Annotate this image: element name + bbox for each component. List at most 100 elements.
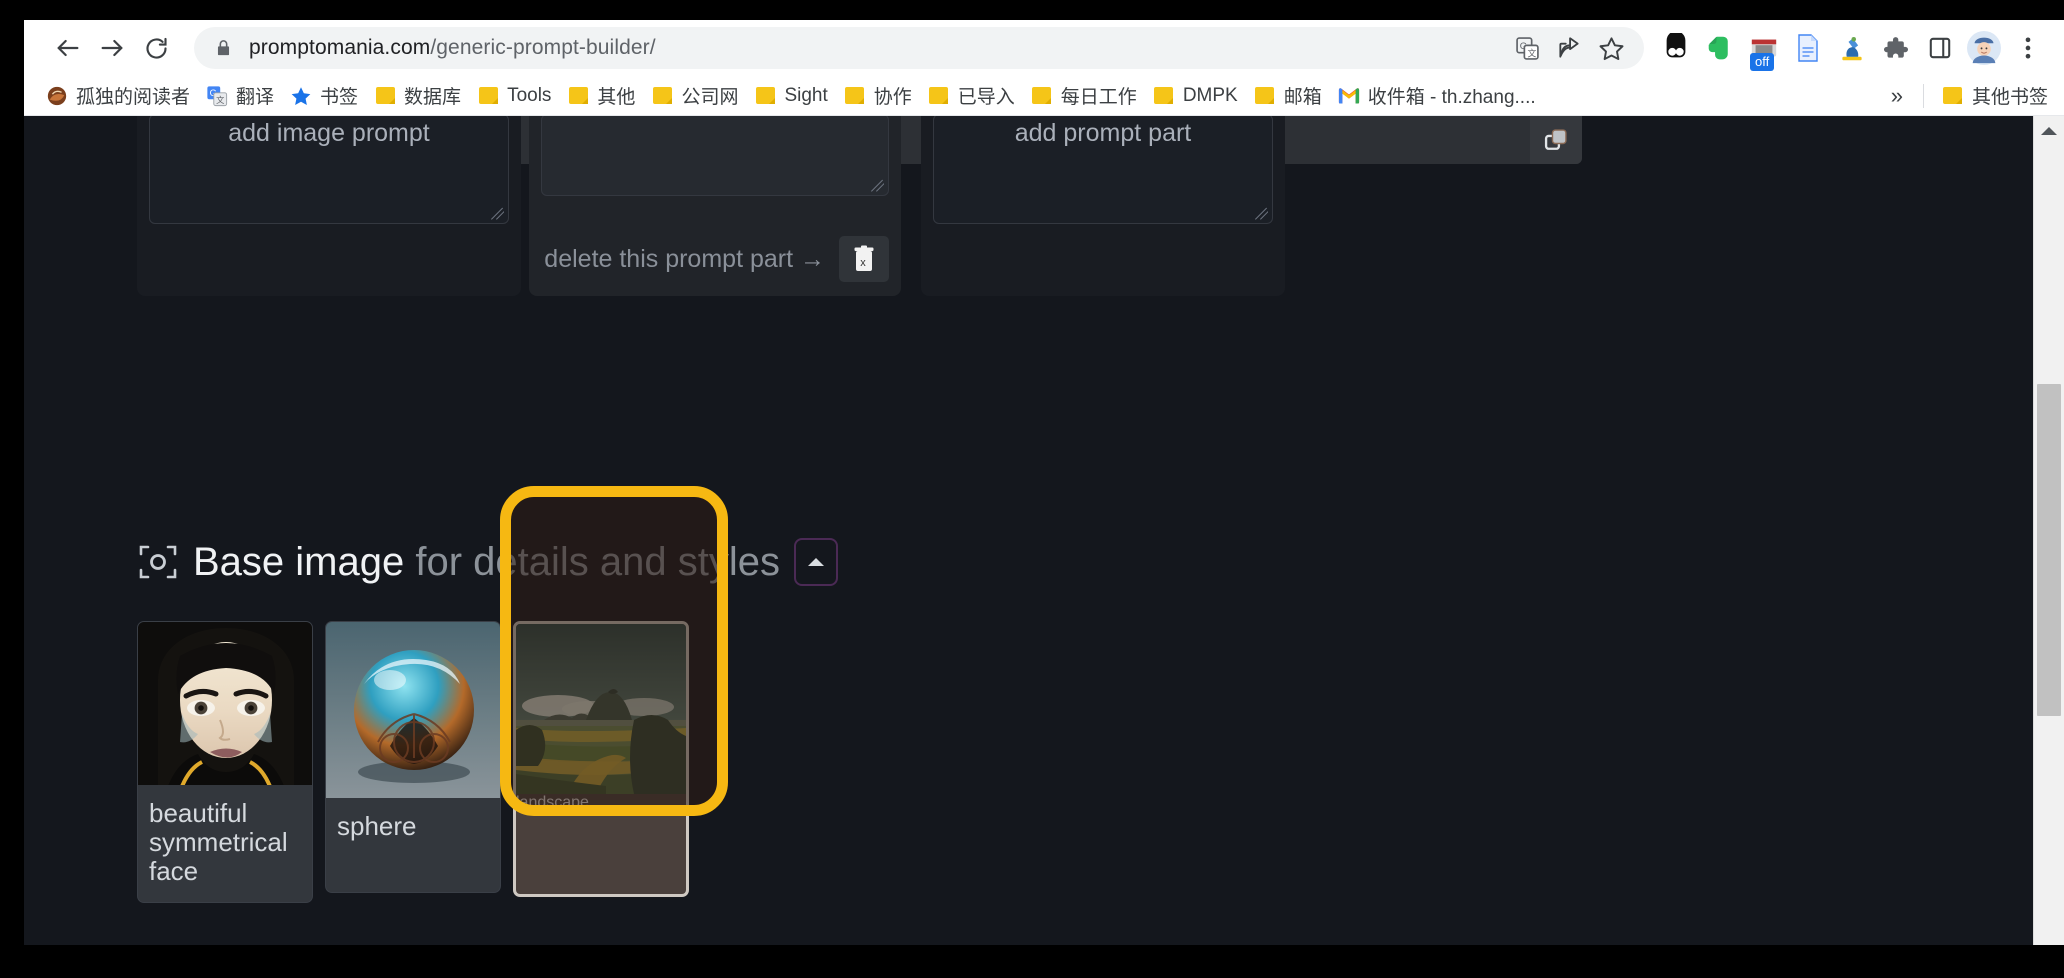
other-bookmarks-button[interactable]: 其他书签 [1934, 80, 2056, 112]
folder-icon [1254, 85, 1276, 107]
url-domain: promptomania.com [249, 36, 430, 59]
bookmark-item[interactable]: 邮箱 [1246, 80, 1330, 112]
reload-button[interactable] [134, 26, 178, 70]
google-translate-icon: G 文 [206, 85, 228, 107]
bookmark-label: Sight [784, 85, 827, 107]
prompt-part-input[interactable] [541, 116, 889, 196]
bookmark-item[interactable]: 公司网 [643, 80, 746, 112]
back-button[interactable] [46, 26, 90, 70]
puzzle-extensions-icon [1882, 34, 1910, 62]
bookmark-item[interactable]: 孤独的阅读者 [38, 80, 198, 112]
bookmark-item[interactable]: 书签 [282, 80, 366, 112]
base-image-card-beautiful-symmetrical-face[interactable]: beautiful symmetrical face [137, 621, 313, 903]
delete-prompt-part-label: delete this prompt part → [544, 245, 839, 274]
resize-grip-icon[interactable] [870, 178, 884, 192]
folder-icon [567, 85, 589, 107]
moon-reader-extension-icon [1661, 33, 1691, 63]
page-viewport: A rustic little house add image prompt [24, 116, 2064, 945]
svg-text:x: x [860, 257, 866, 269]
evernote-extension-button[interactable] [1698, 26, 1742, 70]
bookmark-item[interactable]: 每日工作 [1023, 80, 1145, 112]
translate-icon: G 文 [1515, 36, 1540, 61]
profile-button[interactable] [1962, 26, 2006, 70]
image-prompt-input[interactable]: add image prompt [149, 116, 509, 224]
bookmark-item[interactable]: 收件箱 - th.zhang.... [1330, 80, 1544, 112]
star-bookmark-icon [290, 85, 312, 107]
image-prompt-card: add image prompt [137, 116, 521, 296]
base-image-card-label: sphere [326, 798, 500, 892]
scroll-up-arrow-icon [2041, 127, 2057, 135]
google-translate-glyph: G 文 [206, 85, 228, 107]
star-glyph [290, 85, 312, 107]
side-panel-button[interactable] [1918, 26, 1962, 70]
browser-toolbar: promptomania.com/generic-prompt-builder/… [24, 20, 2064, 76]
chrome-menu-icon [2017, 34, 2039, 62]
page-scrollbar[interactable] [2033, 116, 2064, 945]
bookmark-item[interactable]: G 文 翻译 [198, 80, 282, 112]
resize-grip-icon[interactable] [1254, 206, 1268, 220]
copy-prompt-button[interactable] [1530, 116, 1582, 164]
bookmark-item[interactable]: DMPK [1145, 80, 1246, 112]
landscape-thumbnail [516, 624, 686, 794]
svg-text:文: 文 [1527, 47, 1536, 58]
bookmark-label: 孤独的阅读者 [76, 82, 190, 109]
bookmark-label: Tools [507, 85, 551, 107]
profile-avatar-icon [1967, 31, 2001, 65]
share-button[interactable] [1550, 29, 1588, 67]
microscope-extension-icon [1838, 33, 1866, 63]
bookmark-star-button[interactable] [1592, 29, 1630, 67]
scroll-up-button[interactable] [2034, 116, 2064, 146]
bookmark-item[interactable]: 数据库 [366, 80, 469, 112]
site-favicon-icon [46, 85, 68, 107]
document-extension-button[interactable] [1786, 26, 1830, 70]
extensions-puzzle-button[interactable] [1874, 26, 1918, 70]
base-image-title: Base image for details and styles [193, 540, 780, 585]
bookmark-item[interactable]: 已导入 [920, 80, 1023, 112]
moon-reader-extension-button[interactable] [1654, 26, 1698, 70]
document-extension-icon [1795, 33, 1821, 63]
base-image-card-landscape[interactable]: landscape [513, 621, 689, 897]
site-favicon [46, 85, 68, 107]
bookmark-label: 书签 [320, 82, 358, 109]
bookmark-label: 协作 [874, 82, 912, 109]
microscope-extension-button[interactable] [1830, 26, 1874, 70]
folder-icon [754, 85, 776, 107]
trash-icon: x [852, 245, 876, 273]
bookmark-label: 数据库 [404, 82, 461, 109]
side-panel-icon [1927, 35, 1953, 61]
folder-icon [651, 85, 673, 107]
chrome-menu-button[interactable] [2006, 26, 2050, 70]
mailbox-extension-button[interactable]: off [1742, 26, 1786, 70]
chevron-up-icon [805, 555, 827, 569]
base-image-collapse-button[interactable] [794, 538, 838, 586]
bookmark-label: 每日工作 [1061, 82, 1137, 109]
forward-button[interactable] [90, 26, 134, 70]
share-icon [1556, 35, 1582, 61]
bookmarks-separator [1923, 84, 1924, 108]
bookmark-label: 已导入 [958, 82, 1015, 109]
resize-grip-icon[interactable] [490, 206, 504, 220]
bookmarks-overflow-button[interactable]: » [1881, 83, 1913, 109]
base-image-title-strong: Base image [193, 540, 404, 584]
sphere-thumbnail [326, 622, 500, 798]
bookmark-item[interactable]: 协作 [836, 80, 920, 112]
base-image-card-sphere[interactable]: sphere [325, 621, 501, 893]
bookmark-item[interactable]: 其他 [559, 80, 643, 112]
scrollbar-thumb[interactable] [2037, 384, 2061, 716]
delete-prompt-part-button[interactable]: x [839, 236, 889, 282]
copy-icon [1542, 126, 1570, 154]
bookmark-label: DMPK [1183, 85, 1238, 107]
delete-prompt-part-row: delete this prompt part → x [544, 236, 889, 282]
address-bar[interactable]: promptomania.com/generic-prompt-builder/… [194, 27, 1644, 69]
reload-icon [143, 35, 170, 62]
folder-icon [928, 85, 950, 107]
bookmarks-overflow: » 其他书签 [1881, 80, 2056, 112]
bookmark-label: 收件箱 - th.zhang.... [1368, 82, 1536, 109]
bookmark-item[interactable]: Tools [469, 80, 559, 112]
add-prompt-part-input[interactable]: add prompt part [933, 116, 1273, 224]
translate-button[interactable]: G 文 [1508, 29, 1546, 67]
svg-text:文: 文 [216, 94, 224, 104]
bookmark-item[interactable]: Sight [746, 80, 835, 112]
base-image-card-label: landscape [516, 794, 686, 812]
base-image-heading: Base image for details and styles [137, 534, 838, 590]
